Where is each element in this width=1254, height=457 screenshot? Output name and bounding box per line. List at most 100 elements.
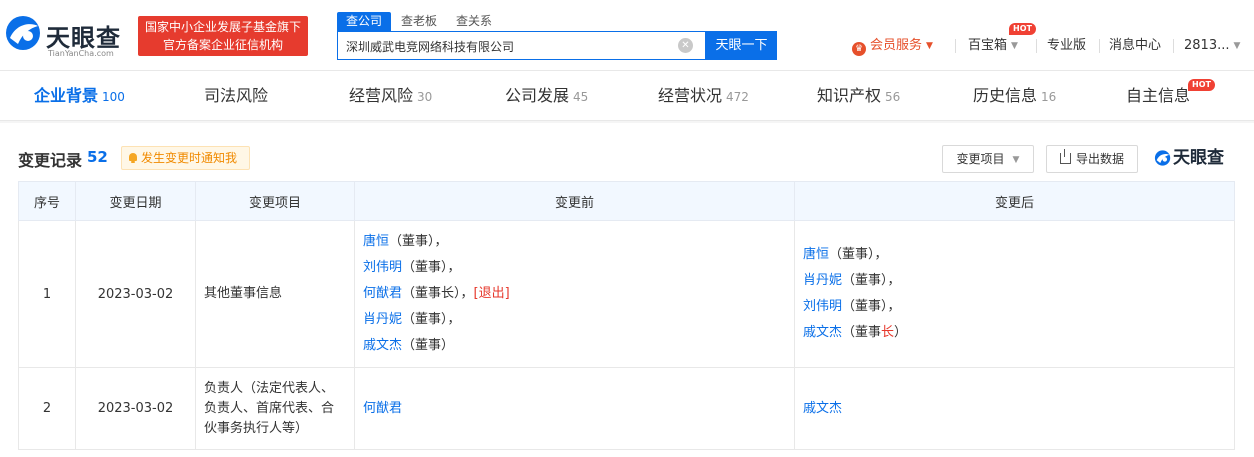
hot-badge: HOT: [1188, 79, 1215, 91]
role-text: ）: [894, 325, 908, 340]
logo-name: 天眼查: [46, 24, 121, 52]
chevron-down-icon: ▼: [926, 41, 933, 51]
tab-label: 知识产权: [817, 86, 882, 105]
notify-label: 发生变更时通知我: [141, 151, 238, 165]
search-input[interactable]: 深圳威武电竞网络科技有限公司 ✕: [337, 31, 706, 60]
person-link[interactable]: 戚文杰: [363, 338, 402, 353]
separator: ，: [447, 260, 461, 275]
person-link[interactable]: 肖丹妮: [363, 312, 402, 327]
section-gap: [0, 121, 1254, 123]
row-after: 唐恒（董事）， 肖丹妮（董事）， 刘伟明（董事）， 戚文杰（董事长）: [794, 220, 1235, 368]
person-link[interactable]: 戚文杰: [803, 401, 842, 416]
nav-divider: [955, 39, 956, 53]
logo-mark-icon: [6, 16, 40, 50]
change-records-table: 序号 变更日期 变更项目 变更前 变更后 1 2023-03-02 其他董事信息…: [18, 181, 1235, 450]
col-header-date: 变更日期: [75, 181, 196, 221]
role-text: （董事）: [389, 234, 435, 249]
treasure-box-menu[interactable]: 百宝箱 ▼: [968, 37, 1018, 55]
col-header-before: 变更前: [354, 181, 795, 221]
col-header-after: 变更后: [794, 181, 1235, 221]
search-tab-boss[interactable]: 查老板: [401, 12, 437, 31]
separator: ，: [460, 286, 474, 301]
member-service-menu[interactable]: ♛ 会员服务 ▼: [852, 37, 933, 56]
table-row: 2 2023-03-02 负责人（法定代表人、负责人、首席代表、合伙事务执行人等…: [18, 367, 1235, 450]
tab-label: 公司发展: [505, 86, 570, 105]
fund-line-2: 官方备案企业征信机构: [162, 38, 283, 52]
person-entry: 戚文杰（董事）: [363, 333, 786, 359]
tab-business-status[interactable]: 经营状况 472: [658, 71, 749, 121]
role-text: （董事）: [402, 312, 448, 327]
treasure-box-label: 百宝箱: [968, 38, 1008, 53]
role-text: （董事）: [842, 273, 888, 288]
person-entry: 何猷君（董事长），[退出]: [363, 281, 786, 307]
section-title: 变更记录: [18, 151, 83, 170]
person-link[interactable]: 戚文杰: [803, 325, 842, 340]
logo-mark-icon: [1154, 150, 1171, 166]
tab-count: 45: [573, 90, 589, 104]
row-before: 唐恒（董事）， 刘伟明（董事）， 何猷君（董事长），[退出] 肖丹妮（董事）， …: [354, 220, 795, 368]
tab-company-development[interactable]: 公司发展 45: [505, 71, 588, 121]
row-item: 其他董事信息: [195, 220, 355, 368]
user-menu[interactable]: 2813... ▼: [1184, 37, 1240, 55]
person-link[interactable]: 何猷君: [363, 286, 402, 301]
tab-enterprise-background[interactable]: 企业背景 100: [34, 71, 125, 121]
row-index: 2: [18, 367, 76, 450]
person-link[interactable]: 肖丹妮: [803, 273, 842, 288]
person-entry: 唐恒（董事），: [363, 229, 786, 255]
person-link[interactable]: 唐恒: [363, 234, 389, 249]
person-entry: 戚文杰（董事长）: [803, 320, 1226, 346]
pro-version-link[interactable]: 专业版: [1047, 37, 1086, 55]
role-text: （董事）: [402, 260, 448, 275]
table-row: 1 2023-03-02 其他董事信息 唐恒（董事）， 刘伟明（董事）， 何猷君…: [18, 220, 1235, 368]
person-link[interactable]: 刘伟明: [363, 260, 402, 275]
logo-domain: TianYanCha.com: [48, 49, 114, 58]
search-tab-relation[interactable]: 查关系: [456, 12, 492, 31]
row-item: 负责人（法定代表人、负责人、首席代表、合伙事务执行人等）: [195, 367, 355, 450]
tab-history-info[interactable]: 历史信息 16: [973, 71, 1056, 121]
row-before: 何猷君: [354, 367, 795, 450]
table-header-row: 序号 变更日期 变更项目 变更前 变更后: [18, 181, 1235, 221]
clear-icon[interactable]: ✕: [678, 38, 693, 53]
tab-operating-risk[interactable]: 经营风险 30: [349, 71, 432, 121]
role-text: （董事）: [842, 299, 888, 314]
hot-badge: HOT: [1009, 23, 1036, 35]
export-label: 导出数据: [1075, 152, 1124, 166]
message-center-link[interactable]: 消息中心: [1109, 37, 1161, 55]
person-entry: 肖丹妮（董事），: [363, 307, 786, 333]
row-date: 2023-03-02: [75, 367, 196, 450]
changed-char: 长: [881, 325, 895, 340]
person-link[interactable]: 刘伟明: [803, 299, 842, 314]
col-header-item: 变更项目: [195, 181, 355, 221]
nav-divider: [1173, 39, 1174, 53]
tab-judicial-risk[interactable]: 司法风险: [204, 71, 268, 121]
change-item-filter[interactable]: 变更项目 ▼: [942, 145, 1034, 173]
search-button[interactable]: 天眼一下: [706, 31, 777, 60]
search-tab-company[interactable]: 查公司: [337, 12, 392, 31]
tianyancha-logo[interactable]: 天眼查 TianYanCha.com: [4, 14, 129, 60]
tab-intellectual-property[interactable]: 知识产权 56: [817, 71, 900, 121]
separator: ，: [874, 247, 888, 262]
tab-label: 自主信息: [1126, 86, 1191, 105]
tab-label: 企业背景: [34, 86, 99, 105]
tab-self-info[interactable]: 自主信息: [1126, 71, 1190, 121]
role-text: （董事）: [402, 338, 455, 353]
company-tab-nav: 企业背景 100 司法风险 经营风险 30 公司发展 45 经营状况 472 知识产权 5…: [0, 71, 1254, 121]
filter-label: 变更项目: [956, 152, 1005, 166]
fund-banner[interactable]: 国家中小企业发展子基金旗下 官方备案企业征信机构: [138, 16, 308, 56]
person-entry: 刘伟明（董事），: [363, 255, 786, 281]
person-link[interactable]: 何猷君: [363, 401, 402, 416]
separator: ，: [434, 234, 448, 249]
nav-divider: [1099, 39, 1100, 53]
row-index: 1: [18, 220, 76, 368]
separator: ，: [887, 273, 901, 288]
member-service-label: 会员服务: [870, 38, 923, 53]
notify-on-change-button[interactable]: 发生变更时通知我: [121, 146, 250, 170]
person-entry: 刘伟明（董事），: [803, 294, 1226, 320]
person-entry: 肖丹妮（董事），: [803, 268, 1226, 294]
chevron-down-icon: ▼: [1233, 41, 1241, 51]
export-data-button[interactable]: 导出数据: [1046, 145, 1138, 173]
person-link[interactable]: 唐恒: [803, 247, 829, 262]
tab-count: 100: [102, 90, 125, 104]
col-header-index: 序号: [18, 181, 76, 221]
tab-label: 司法风险: [204, 86, 269, 105]
